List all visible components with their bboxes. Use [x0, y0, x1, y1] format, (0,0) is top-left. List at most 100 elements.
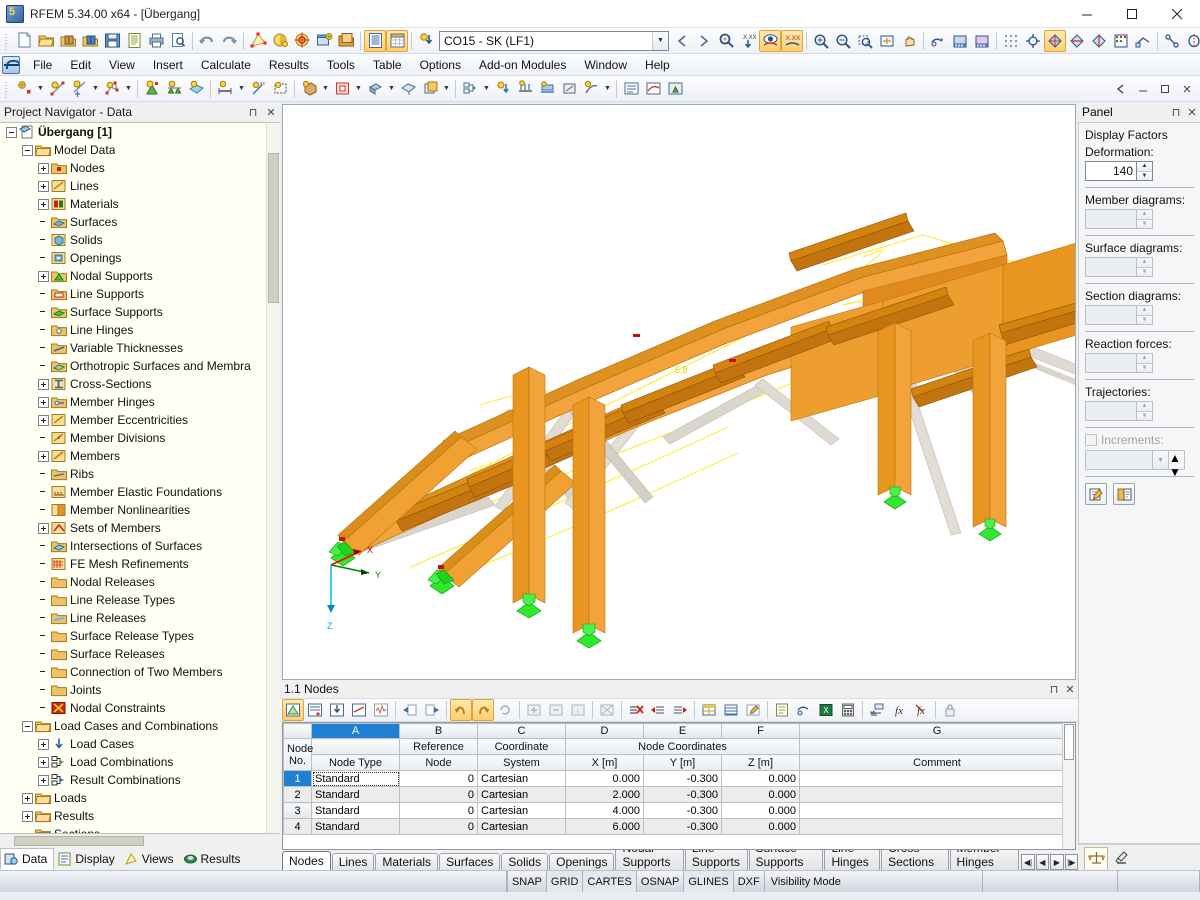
menu-view[interactable]: View — [100, 56, 144, 74]
section-diagrams-stepper[interactable]: ▲▼ — [1085, 305, 1153, 325]
last-table-button[interactable]: |▶ — [1065, 854, 1078, 870]
menu-file[interactable]: File — [24, 56, 61, 74]
load-combination-button[interactable] — [459, 78, 481, 100]
table-row[interactable]: 1Standard0Cartesian0.000-0.3000.000 — [284, 771, 1075, 787]
print-button[interactable] — [145, 30, 167, 52]
cell-node-type[interactable]: Standard — [312, 771, 400, 787]
tree-item-line-supports[interactable]: Line Supports — [0, 285, 280, 303]
support-reactions-button[interactable] — [664, 78, 686, 100]
spinner-down-icon[interactable]: ▼ — [1137, 171, 1152, 181]
new-node-button[interactable] — [13, 78, 35, 100]
new-solid-button[interactable] — [298, 78, 320, 100]
load-case-combobox[interactable]: CO15 - SK (LF1) ▼ — [439, 31, 669, 51]
result-values-labels-button[interactable]: X.XX — [781, 30, 803, 52]
result-values-button[interactable]: X.XX — [737, 30, 759, 52]
cell-coordinate-system[interactable]: Cartesian — [478, 771, 566, 787]
tree-expand-icon[interactable] — [38, 415, 49, 426]
new-line-button[interactable] — [46, 78, 68, 100]
table-row[interactable]: 4Standard0Cartesian6.000-0.3000.000 — [284, 819, 1075, 835]
tree-item-surface-releases[interactable]: Surface Releases — [0, 645, 280, 663]
table-report-button[interactable] — [771, 699, 793, 721]
spinner-up-icon[interactable]: ▲ — [1137, 162, 1152, 171]
factors-tab[interactable] — [1084, 847, 1108, 869]
menu-insert[interactable]: Insert — [144, 56, 192, 74]
column-letter-C[interactable]: C — [478, 724, 566, 739]
panel-properties-button[interactable] — [1113, 483, 1135, 505]
navigator-tab-data[interactable]: Data — [0, 848, 54, 870]
column-letter-B[interactable]: B — [400, 724, 478, 739]
new-file-button[interactable] — [13, 30, 35, 52]
pin-icon[interactable]: ⊓ — [1046, 683, 1062, 696]
next-table-button[interactable]: ▶ — [1050, 854, 1063, 870]
column-letter-F[interactable]: F — [722, 724, 800, 739]
table-tab-solids[interactable]: Solids — [501, 853, 548, 870]
tree-item-loads[interactable]: Loads — [0, 789, 280, 807]
tree-item-member-eccentricities[interactable]: Member Eccentricities — [0, 411, 280, 429]
new-member-set-button[interactable] — [269, 78, 291, 100]
render-tab[interactable] — [1110, 847, 1134, 869]
refresh-table-button[interactable] — [494, 699, 516, 721]
table-row[interactable]: 2Standard0Cartesian2.000-0.3000.000 — [284, 787, 1075, 803]
menu-edit[interactable]: Edit — [61, 56, 100, 74]
tree-item-connection-of-two-members[interactable]: Connection of Two Members — [0, 663, 280, 681]
cell-coordinate-system[interactable]: Cartesian — [478, 819, 566, 835]
chevron-down-icon[interactable]: ▼ — [481, 78, 492, 100]
menu-help[interactable]: Help — [636, 56, 679, 74]
table-tab-surfaces[interactable]: Surfaces — [439, 853, 500, 870]
table-filter-button[interactable] — [370, 699, 392, 721]
pin-icon[interactable]: ⊓ — [244, 106, 262, 119]
tree-item-surface-release-types[interactable]: Surface Release Types — [0, 627, 280, 645]
save-button[interactable] — [101, 30, 123, 52]
increments-combobox[interactable]: ▼ ▲▼ — [1085, 450, 1185, 470]
delete-row-button[interactable] — [625, 699, 647, 721]
print-graphic-button[interactable] — [927, 30, 949, 52]
column-letter-E[interactable]: E — [644, 724, 722, 739]
tree-item-surfaces[interactable]: Surfaces — [0, 213, 280, 231]
cell-z[interactable]: 0.000 — [722, 787, 800, 803]
cell-x[interactable]: 2.000 — [566, 787, 644, 803]
tree-item-line-release-types[interactable]: Line Release Types — [0, 591, 280, 609]
cell-comment[interactable] — [800, 771, 1075, 787]
tree-item-lines[interactable]: Lines — [0, 177, 280, 195]
tree-item-member-divisions[interactable]: Member Divisions — [0, 429, 280, 447]
new-surface-button[interactable] — [185, 78, 207, 100]
panel-close-button[interactable] — [1176, 78, 1198, 100]
table-tab-openings[interactable]: Openings — [549, 853, 614, 870]
chevron-down-icon[interactable]: ▼ — [320, 78, 331, 100]
navigator-tab-views[interactable]: Views — [121, 848, 180, 870]
show-results-button[interactable] — [715, 30, 737, 52]
tree-item-fe-mesh-refinements[interactable]: FE Mesh Refinements — [0, 555, 280, 573]
new-member-button[interactable] — [214, 78, 236, 100]
tree-item-line-releases[interactable]: Line Releases — [0, 609, 280, 627]
tree-item-sets-of-members[interactable]: Sets of Members — [0, 519, 280, 537]
tree-expand-icon[interactable] — [38, 199, 49, 210]
column-letter-A[interactable]: A — [312, 724, 400, 739]
cell-comment[interactable] — [800, 819, 1075, 835]
tree-collapse-icon[interactable] — [6, 127, 17, 138]
status-toggle-grid[interactable]: GRID — [547, 871, 584, 892]
show-tables-button[interactable] — [364, 30, 386, 52]
tree-item-orthotropic-surfaces-and-membra[interactable]: Orthotropic Surfaces and Membra — [0, 357, 280, 375]
table-row[interactable]: 3Standard0Cartesian4.000-0.3000.000 — [284, 803, 1075, 819]
tree-expand-icon[interactable] — [38, 523, 49, 534]
grid-vscroll-thumb[interactable] — [1064, 724, 1074, 760]
status-visibility-mode[interactable]: Visibility Mode — [765, 871, 983, 892]
mirror-axis-button[interactable] — [1183, 30, 1200, 52]
grid-vscrollbar[interactable] — [1062, 723, 1075, 849]
table-print-button[interactable] — [793, 699, 815, 721]
table-lock-button[interactable] — [939, 699, 961, 721]
tree-scroll-thumb[interactable] — [268, 153, 279, 303]
table-fx-delete-button[interactable]: fx — [910, 699, 932, 721]
navigator-tree[interactable]: Übergang [1]Model DataNodesLinesMaterial… — [0, 122, 280, 834]
tree-collapse-icon[interactable] — [22, 721, 33, 732]
rotate-y-button[interactable] — [1088, 30, 1110, 52]
tree-expand-icon[interactable] — [38, 739, 49, 750]
increments-row[interactable]: Increments: — [1085, 433, 1194, 447]
status-toggle-cartes[interactable]: CARTES — [583, 871, 636, 892]
tree-expand-icon[interactable] — [38, 397, 49, 408]
tree-item-nodes[interactable]: Nodes — [0, 159, 280, 177]
cell-reference-node[interactable]: 0 — [400, 787, 478, 803]
close-icon[interactable]: ✕ — [1062, 683, 1078, 696]
edit-panel-button[interactable] — [1085, 483, 1107, 505]
tree-item-ribs[interactable]: Ribs — [0, 465, 280, 483]
